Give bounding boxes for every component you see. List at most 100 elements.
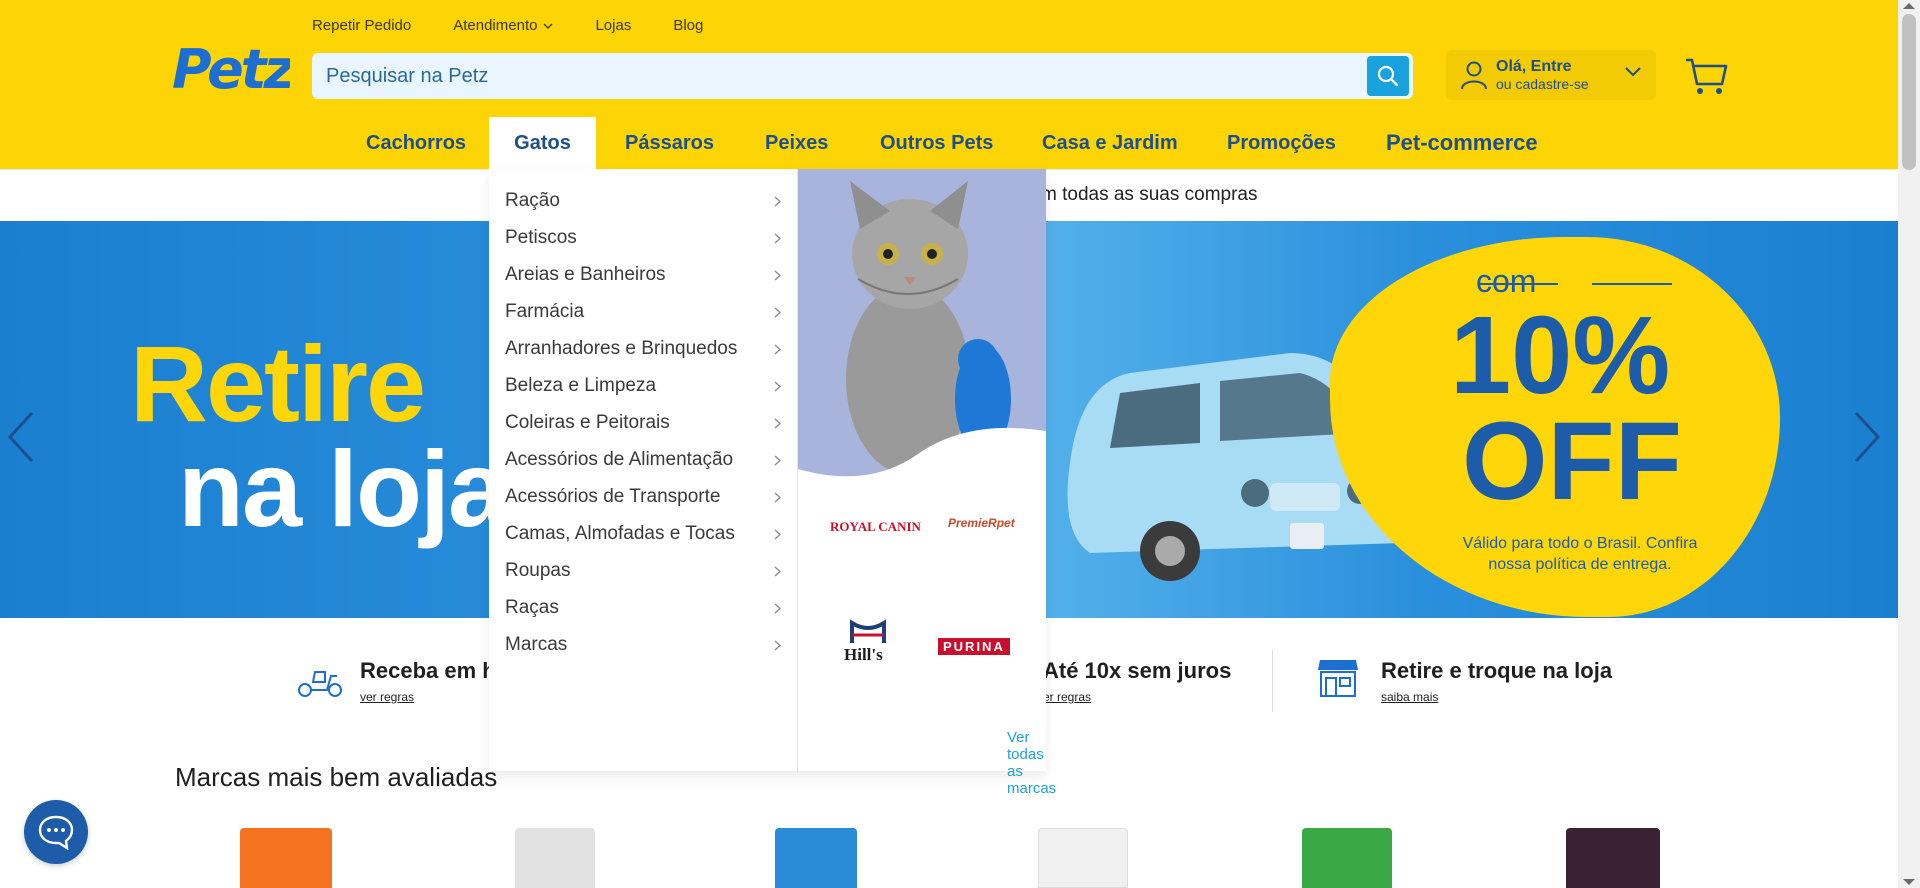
hills-logo (850, 619, 886, 643)
chat-button[interactable] (24, 800, 88, 864)
cat-illustration (798, 181, 1046, 499)
mega-menu-item-label: Beleza e Limpeza (505, 375, 657, 396)
chevron-right-icon (774, 233, 781, 244)
search-input[interactable] (326, 55, 1346, 97)
mega-menu-item[interactable]: Raças (505, 593, 795, 623)
mega-menu-item[interactable]: Farmácia (505, 297, 795, 327)
product-card[interactable] (515, 828, 595, 888)
mega-menu-item-label: Farmácia (505, 301, 585, 322)
benefit-delivery-link[interactable]: ver regras (360, 690, 414, 704)
brand-royal-canin[interactable]: ROYAL CANIN (830, 519, 921, 535)
account-menu[interactable]: Olá, Entre ou cadastre-se (1446, 50, 1656, 100)
scrollbar-thumb[interactable] (1902, 14, 1916, 170)
category-gatos[interactable]: Gatos (489, 117, 596, 169)
top-nav-atendimento[interactable]: Atendimento (453, 17, 553, 34)
product-card[interactable] (240, 828, 332, 888)
svg-text:Petz: Petz (172, 38, 290, 101)
chevron-right-icon (774, 603, 781, 614)
brand-hills[interactable]: Hill's (844, 619, 888, 665)
search-box (312, 53, 1413, 99)
search-button[interactable] (1367, 56, 1409, 96)
page: Repetir Pedido Atendimento Lojas Blog Pe… (0, 0, 1920, 888)
chevron-down-icon (1625, 67, 1641, 77)
category-outros-pets[interactable]: Outros Pets (880, 117, 993, 169)
chevron-right-icon (774, 344, 781, 355)
chevron-right-icon (1854, 411, 1881, 463)
category-promocoes[interactable]: Promoções (1227, 117, 1336, 169)
mega-menu-item-label: Coleiras e Peitorais (505, 412, 670, 433)
petz-logo-mark: Petz (172, 38, 299, 101)
chevron-right-icon (774, 566, 781, 577)
chevron-right-icon (774, 529, 781, 540)
store-icon (1318, 660, 1358, 697)
category-pet-commerce[interactable]: Pet-commerce (1386, 117, 1538, 169)
cat-promo-image[interactable] (798, 169, 1046, 499)
brand-purina[interactable]: PURINA (938, 638, 1010, 655)
brand-premierpet[interactable]: PremieRpet (948, 516, 1015, 530)
mega-menu-item[interactable]: Camas, Almofadas e Tocas (505, 519, 795, 549)
mega-menu-item-label: Camas, Almofadas e Tocas (505, 523, 735, 544)
brand-hills-label: Hill's (844, 645, 883, 664)
product-card[interactable] (1566, 828, 1660, 888)
cart-button[interactable] (1684, 56, 1728, 101)
scroll-up-arrow[interactable] (1903, 3, 1915, 9)
product-card[interactable] (775, 828, 857, 888)
top-nav-repetir-pedido[interactable]: Repetir Pedido (312, 17, 411, 34)
promo-percent: 10% (1450, 294, 1671, 417)
gatos-mega-menu: Ração Petiscos Areias e Banheiros Farmác… (489, 169, 1056, 797)
mega-menu-item-label: Areias e Banheiros (505, 264, 666, 285)
mega-menu-item[interactable]: Beleza e Limpeza (505, 371, 795, 401)
benefit-installments-link[interactable]: er regras (1043, 690, 1091, 704)
divider (1272, 650, 1273, 712)
chevron-right-icon (774, 307, 781, 318)
top-nav-lojas[interactable]: Lojas (595, 17, 631, 34)
mega-menu-item-label: Acessórios de Transporte (505, 486, 721, 507)
scrollbar[interactable] (1898, 0, 1920, 888)
mega-menu-item-label: Raças (505, 597, 559, 618)
account-subtext: ou cadastre-se (1496, 76, 1589, 92)
mega-menu-item[interactable]: Coleiras e Peitorais (505, 408, 795, 438)
chevron-right-icon (774, 418, 781, 429)
category-casa-e-jardim[interactable]: Casa e Jardim (1042, 117, 1178, 169)
mega-menu-item[interactable]: Roupas (505, 556, 795, 586)
mega-menu-item[interactable]: Areias e Banheiros (505, 260, 795, 290)
chat-icon (38, 815, 74, 850)
mega-menu-item-label: Ração (505, 190, 560, 211)
mega-menu-item-label: Petiscos (505, 227, 577, 248)
chevron-right-icon (774, 196, 781, 207)
product-card[interactable] (1038, 828, 1128, 888)
top-nav-atendimento-label: Atendimento (453, 17, 538, 34)
benefit-installments-title: Até 10x sem juros (1043, 658, 1232, 683)
banner-prev-button[interactable] (6, 411, 36, 468)
benefit-store-link[interactable]: saiba mais (1381, 690, 1438, 704)
category-nav: Cachorros Gatos Pássaros Peixes Outros P… (0, 117, 1898, 169)
promo-note: Válido para todo o Brasil. Confira nossa… (1462, 535, 1698, 573)
chevron-right-icon (774, 270, 781, 281)
banner-headline-line2: na loja (178, 428, 508, 549)
chevron-down-icon (544, 23, 553, 29)
top-nav-blog[interactable]: Blog (673, 17, 703, 34)
mega-menu-item[interactable]: Acessórios de Transporte (505, 482, 795, 512)
category-peixes[interactable]: Peixes (765, 117, 828, 169)
chevron-right-icon (774, 455, 781, 466)
mega-menu-item[interactable]: Acessórios de Alimentação (505, 445, 795, 475)
scroll-down-arrow[interactable] (1903, 879, 1915, 885)
header: Repetir Pedido Atendimento Lojas Blog Pe… (0, 0, 1898, 169)
see-all-brands-link[interactable]: Ver todas as marcas (1007, 729, 1056, 797)
chevron-right-icon (774, 381, 781, 392)
category-passaros[interactable]: Pássaros (625, 117, 714, 169)
product-card[interactable] (1302, 828, 1392, 888)
announcement-text: m todas as suas compras (1041, 184, 1258, 205)
mega-menu-item[interactable]: Ração (505, 186, 795, 216)
petz-logo[interactable]: Petz (172, 36, 299, 102)
banner-next-button[interactable] (1852, 411, 1882, 468)
mega-menu-item-label: Roupas (505, 560, 571, 581)
chevron-right-icon (774, 640, 781, 651)
mega-menu-item[interactable]: Marcas (505, 630, 795, 660)
mega-menu-item[interactable]: Arranhadores e Brinquedos (505, 334, 795, 364)
benefit-delivery-title: Receba em h (360, 658, 496, 683)
mega-menu-item-label: Arranhadores e Brinquedos (505, 338, 738, 359)
top-nav: Repetir Pedido Atendimento Lojas Blog (312, 17, 745, 34)
mega-menu-item[interactable]: Petiscos (505, 223, 795, 253)
category-cachorros[interactable]: Cachorros (366, 117, 466, 169)
